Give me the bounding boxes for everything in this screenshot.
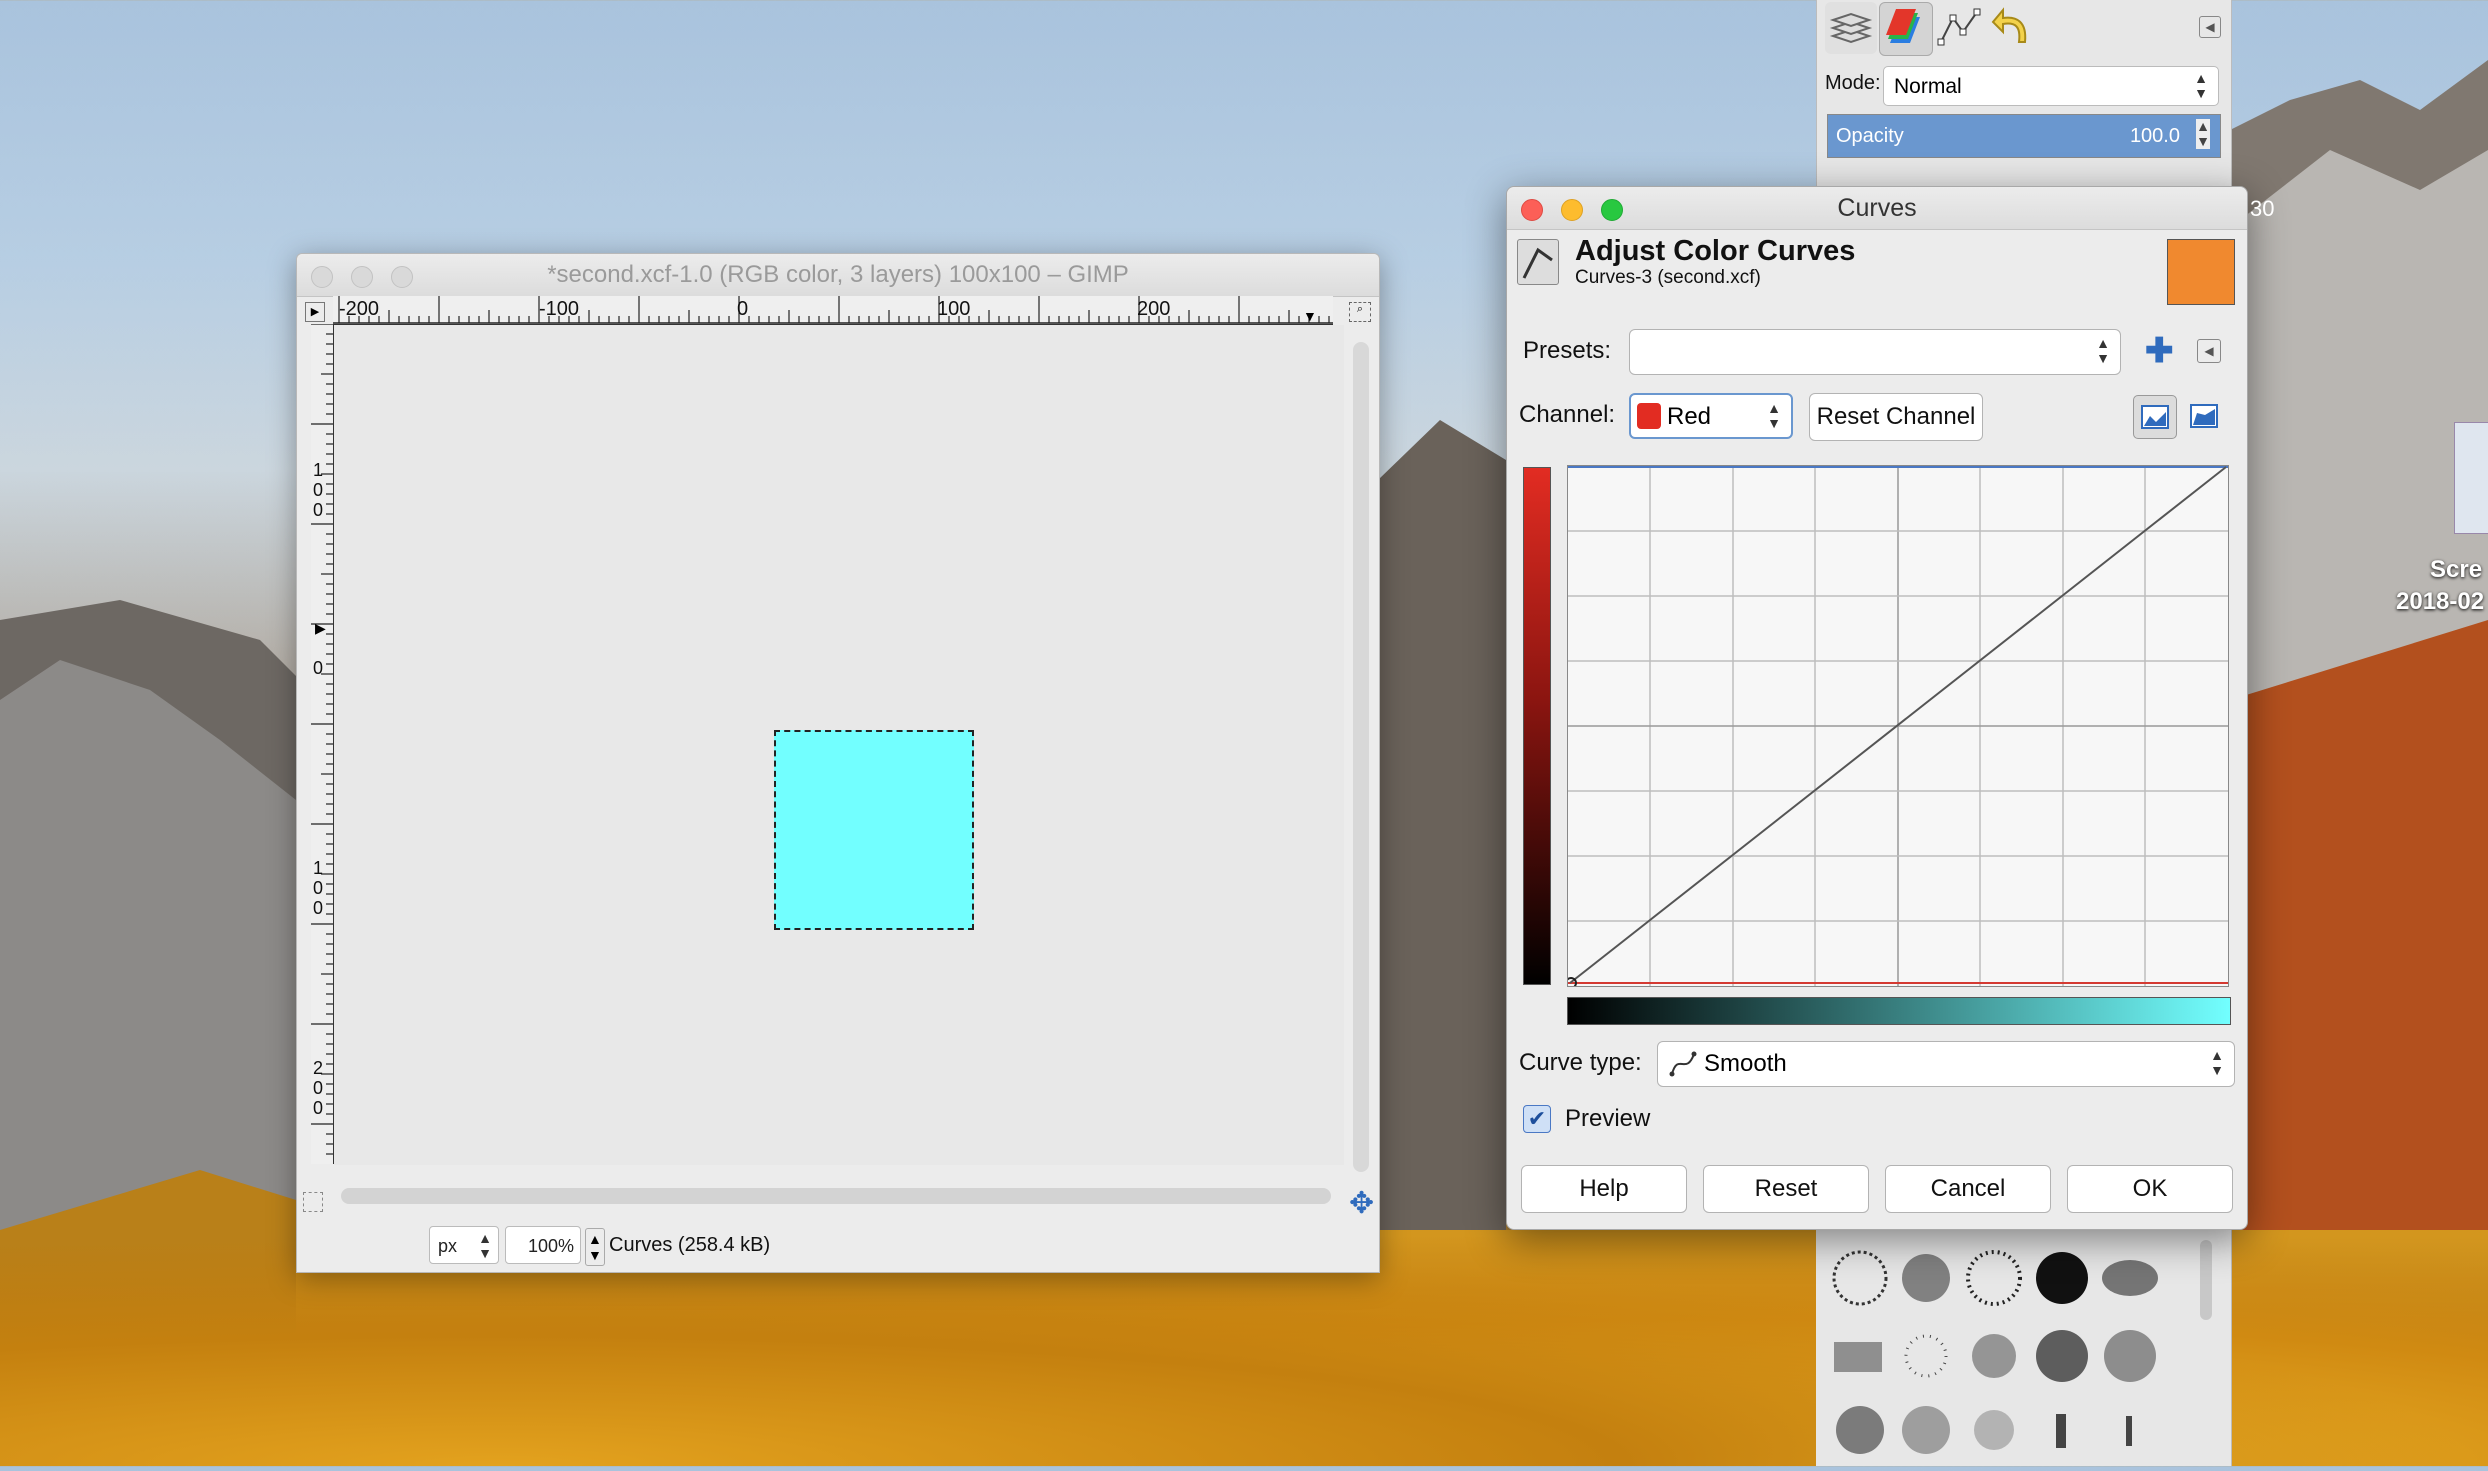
curves-dialog: Curves Adjust Color Curves Curves-3 (sec… <box>1506 186 2248 1230</box>
cancel-button[interactable]: Cancel <box>1885 1165 2051 1213</box>
add-preset-icon[interactable]: ✚ <box>2145 331 2174 371</box>
ruler-label: 100 <box>937 298 971 320</box>
image-canvas[interactable] <box>334 325 1344 1165</box>
status-text: Curves (258.4 kB) <box>609 1234 771 1256</box>
curves-titlebar: Curves <box>1507 187 2247 230</box>
brushes-panel <box>1816 1230 2230 1466</box>
undo-icon[interactable] <box>1987 2 2039 54</box>
ruler-label: 200 <box>1137 298 1171 320</box>
zoom-stepper-icon[interactable]: ▲ ▼ <box>585 1228 605 1266</box>
help-button[interactable]: Help <box>1521 1165 1687 1213</box>
curve-plot[interactable] <box>1565 466 2228 989</box>
ruler-label: -200 <box>339 298 380 320</box>
opacity-slider[interactable]: Opacity 100.0 ▲ ▼ <box>1827 114 2221 158</box>
reset-channel-button[interactable]: Reset Channel <box>1809 393 1983 441</box>
updown-icon: ▲ ▼ <box>2210 1047 2224 1078</box>
preset-menu-icon[interactable]: ◀ <box>2197 339 2221 363</box>
zoom-value: 100% <box>527 1236 574 1256</box>
vertical-scrollbar[interactable] <box>1353 342 1369 1172</box>
linear-histogram-icon[interactable] <box>2133 395 2177 439</box>
partial-background-text: 30 <box>2250 196 2275 221</box>
channel-label: Channel: <box>1519 401 1616 428</box>
curves-heading: Adjust Color Curves <box>1575 235 1856 267</box>
mode-select[interactable]: Normal ▲ ▼ <box>1883 66 2219 106</box>
reset-button[interactable]: Reset <box>1703 1165 1869 1213</box>
curves-window-title: Curves <box>1837 194 1917 222</box>
curves-subheading: Curves-3 (second.xcf) <box>1575 267 1761 288</box>
ok-button[interactable]: OK <box>2067 1165 2233 1213</box>
curves-tool-icon <box>1517 239 1559 285</box>
updown-icon: ▲ ▼ <box>2096 335 2110 366</box>
horizontal-ruler[interactable]: -200 -100 0 100 200 ▼ <box>333 296 1333 325</box>
color-swatch <box>2167 239 2235 305</box>
ruler-ticks <box>311 324 333 1155</box>
updown-icon: ▲ ▼ <box>2196 118 2210 149</box>
updown-icon: ▲ ▼ <box>478 1230 492 1261</box>
preview-label: Preview <box>1565 1105 1651 1132</box>
desktop-file-label[interactable]: Scre 2018-02 <box>2396 556 2484 616</box>
ruler-label: 0 <box>313 658 324 678</box>
curve-type-label: Curve type: <box>1519 1049 1642 1076</box>
log-histogram-icon[interactable] <box>2183 395 2225 437</box>
image-layer[interactable] <box>774 730 974 930</box>
mode-label: Mode: <box>1825 72 1881 94</box>
ruler-label: 1 0 0 <box>313 460 324 520</box>
input-gradient-bar <box>1523 467 1551 985</box>
updown-icon: ▲ ▼ <box>2194 70 2208 101</box>
zoom-button[interactable] <box>391 266 413 288</box>
brush-grid[interactable] <box>1816 1230 2230 1466</box>
quick-mask-icon[interactable] <box>303 1192 323 1212</box>
minimize-button[interactable] <box>1561 199 1583 221</box>
presets-select[interactable]: ▲ ▼ <box>1629 329 2121 375</box>
close-button[interactable] <box>1521 199 1543 221</box>
output-gradient-bar <box>1567 997 2231 1025</box>
presets-label: Presets: <box>1523 337 1612 364</box>
curve-type-value: Smooth <box>1704 1050 1787 1077</box>
zoom-input[interactable]: 100% <box>505 1226 581 1264</box>
ruler-ticks <box>333 296 1333 324</box>
curve-type-select[interactable]: Smooth ▲ ▼ <box>1657 1041 2235 1087</box>
minimize-button[interactable] <box>351 266 373 288</box>
image-window: *second.xcf-1.0 (RGB color, 3 layers) 10… <box>296 253 1380 1273</box>
desktop-file-thumbnail[interactable] <box>2454 422 2488 534</box>
ruler-label: 1 0 0 <box>313 858 324 918</box>
close-button[interactable] <box>311 266 333 288</box>
ruler-label: 0 <box>737 298 749 320</box>
opacity-value: 100.0 <box>2129 125 2180 147</box>
channel-value: Red <box>1667 403 1712 430</box>
dock-menu-icon[interactable]: ◀ <box>2199 16 2221 38</box>
preview-checkbox[interactable]: ✔ <box>1523 1105 1551 1133</box>
channel-select[interactable]: Red ▲ ▼ <box>1629 393 1793 439</box>
unit-value: px <box>438 1236 458 1256</box>
channels-icon[interactable] <box>1879 2 1933 56</box>
mode-value: Normal <box>1894 75 1962 98</box>
image-window-title: *second.xcf-1.0 (RGB color, 3 layers) 10… <box>547 261 1129 288</box>
ruler-pointer-icon: ▼ <box>1303 308 1317 324</box>
image-window-titlebar: *second.xcf-1.0 (RGB color, 3 layers) 10… <box>297 254 1379 297</box>
updown-icon: ▲ ▼ <box>1767 400 1781 431</box>
opacity-label: Opacity <box>1836 125 1904 147</box>
ruler-label: -100 <box>539 298 580 320</box>
paths-icon[interactable] <box>1933 2 1985 54</box>
unit-select[interactable]: px ▲ ▼ <box>429 1226 499 1264</box>
ruler-pointer-icon: ▶ <box>315 620 326 636</box>
zoom-to-fit-icon[interactable]: ⌕ <box>1349 302 1371 322</box>
ruler-label: 2 0 0 <box>313 1058 324 1118</box>
layers-icon[interactable] <box>1825 2 1877 54</box>
curves-graph[interactable] <box>1565 465 2229 989</box>
status-bar: px ▲ ▼ 100% ▲ ▼ Curves (258.4 kB) <box>297 1216 1379 1272</box>
vertical-ruler[interactable]: 1 0 0 0 1 0 0 2 0 0 ▶ <box>311 324 334 1164</box>
red-channel-icon <box>1637 403 1661 429</box>
horizontal-scrollbar[interactable] <box>341 1188 1331 1204</box>
zoom-button[interactable] <box>1601 199 1623 221</box>
smooth-curve-icon <box>1668 1048 1698 1078</box>
navigate-menu-icon[interactable]: ▶ <box>305 302 325 322</box>
